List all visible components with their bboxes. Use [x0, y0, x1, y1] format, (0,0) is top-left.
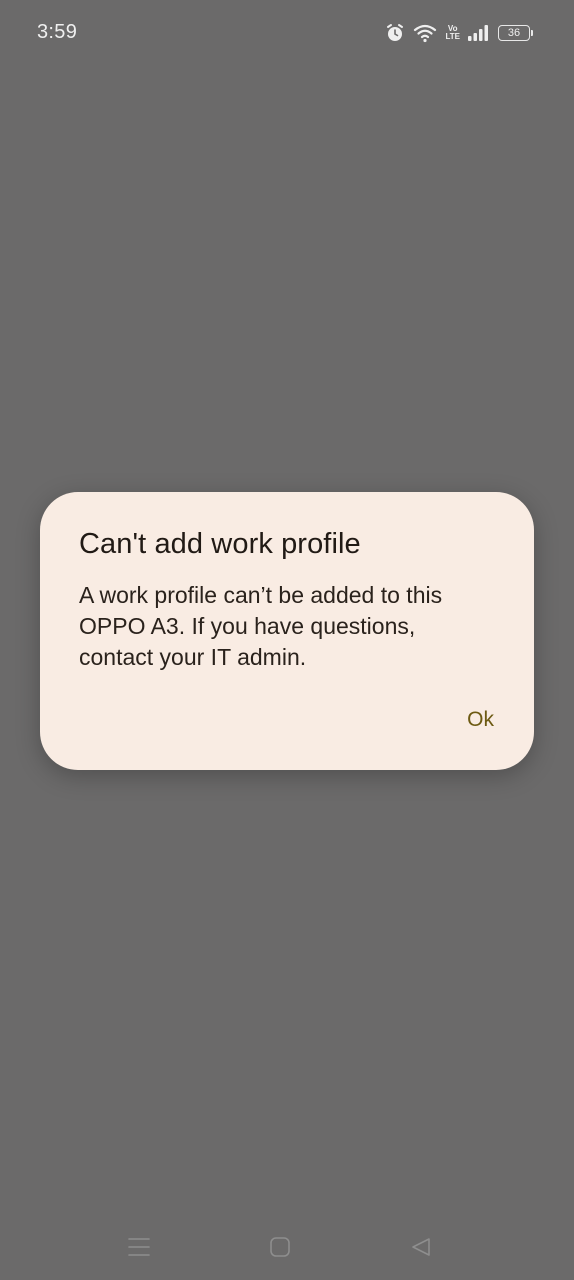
navigation-bar — [0, 1215, 574, 1275]
recents-icon[interactable] — [127, 1235, 151, 1259]
dialog-title: Can't add work profile — [79, 528, 361, 560]
status-time: 3:59 — [37, 21, 78, 43]
volte-label-bottom: LTE — [445, 32, 460, 41]
dialog-message-line: OPPO A3. If you have questions, — [79, 613, 416, 639]
ok-button[interactable]: Ok — [459, 704, 502, 736]
status-bar: 3:59 Vo LTE 36 — [0, 0, 574, 68]
signal-icon — [468, 24, 490, 42]
back-icon[interactable] — [409, 1235, 433, 1259]
volte-icon: Vo LTE — [445, 25, 460, 41]
home-icon[interactable] — [268, 1235, 292, 1259]
dialog-message-line: contact your IT admin. — [79, 644, 307, 670]
wifi-icon — [413, 23, 437, 43]
dialog-message-line: A work profile can’t be added to this — [79, 582, 443, 608]
status-icons: Vo LTE 36 — [385, 22, 533, 44]
alarm-icon — [385, 23, 405, 43]
dialog-message: A work profile can’t be added to this OP… — [79, 580, 509, 673]
battery-level: 36 — [507, 26, 521, 39]
cant-add-work-profile-dialog: Can't add work profile A work profile ca… — [40, 492, 534, 770]
battery-icon: 36 — [498, 25, 533, 41]
